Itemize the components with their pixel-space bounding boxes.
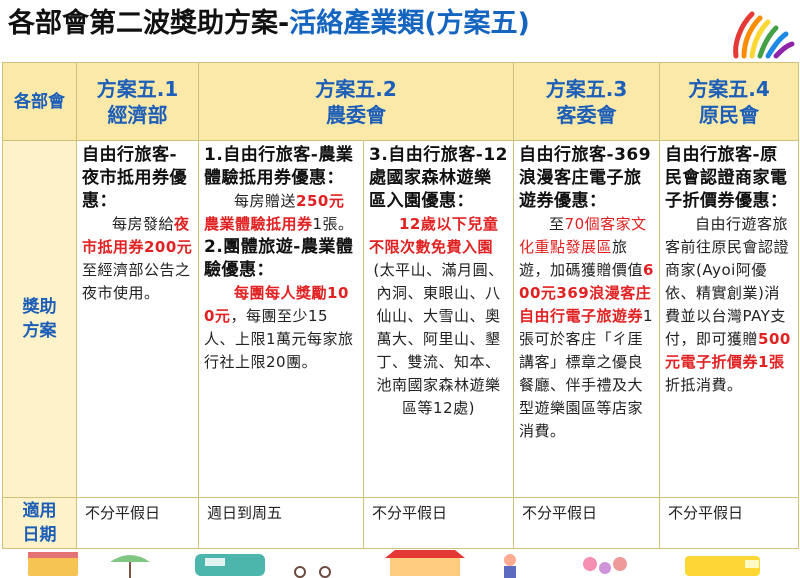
- umbrella-icon: [110, 555, 150, 578]
- travel-illustration-strip: [28, 550, 760, 578]
- date-plan-5-2-b: 不分平假日: [362, 497, 515, 549]
- market-stall-icon: [385, 550, 465, 576]
- traveler-icon: [504, 554, 516, 578]
- row-label-date: 適用 日期: [2, 497, 77, 549]
- plan-5-4-detail: 自由行旅客-原民會認證商家電子折價券優惠： 自由行遊客旅客前往原民會認證商家(A…: [659, 140, 800, 498]
- plan-row: 獎助 方案 自由行旅客-夜市抵用券優惠： 每房發給夜市抵用券200元至經濟部公告之…: [2, 140, 800, 498]
- plan-table: 各部會 方案五.1 經濟部 方案五.2 農委會 方案五.3 客委會 方案五.4 原民會 …: [2, 62, 800, 549]
- flower-stall-icon: [583, 557, 627, 574]
- date-plan-5-2-a: 週日到周五: [198, 497, 364, 549]
- date-row: 適用 日期 不分平假日 週日到周五 不分平假日 不分平假日 不分平假日: [2, 497, 800, 549]
- taiwan-logo-icon: [733, 11, 795, 59]
- bicycle-icon: [294, 566, 331, 578]
- food-cart-icon: [28, 552, 78, 576]
- plan-5-1-detail: 自由行旅客-夜市抵用券優惠： 每房發給夜市抵用券200元至經濟部公告之夜市使用。: [76, 140, 199, 498]
- date-plan-5-4: 不分平假日: [659, 497, 800, 549]
- title-accent: 活絡產業類(方案五): [289, 8, 530, 39]
- plan-5-3-detail: 自由行旅客-369浪漫客庄電子旅遊券優惠： 至70個客家文化重點發展區旅遊，加碼…: [513, 140, 661, 498]
- header-plan-5-4: 方案五.4 原民會: [659, 62, 800, 141]
- truck-icon: [685, 556, 760, 576]
- van-icon: [195, 554, 265, 576]
- header-plan-5-3: 方案五.3 客委會: [513, 62, 661, 141]
- header-row: 各部會 方案五.1 經濟部 方案五.2 農委會 方案五.3 客委會 方案五.4 原民會: [2, 62, 800, 141]
- title-main: 各部會第二波獎助方案-: [8, 8, 290, 39]
- date-plan-5-1: 不分平假日: [76, 497, 199, 549]
- plan-5-2-detail-a: 1.自由行旅客-農業體驗抵用券優惠： 每房贈送250元農業體驗抵用券1張。 2.…: [198, 140, 364, 498]
- page-title: 各部會第二波獎助方案-活絡產業類(方案五): [8, 6, 530, 42]
- header-plan-5-1: 方案五.1 經濟部: [76, 62, 199, 141]
- plan-5-2-detail-b: 3.自由行旅客-12處國家森林遊樂區入園優惠： 12歲以下兒童不限次數免費入園 …: [362, 140, 515, 498]
- row-label-plan: 獎助 方案: [2, 140, 77, 498]
- date-plan-5-3: 不分平假日: [513, 497, 661, 549]
- row-label-dept: 各部會: [2, 62, 77, 141]
- header-plan-5-2: 方案五.2 農委會: [197, 62, 515, 141]
